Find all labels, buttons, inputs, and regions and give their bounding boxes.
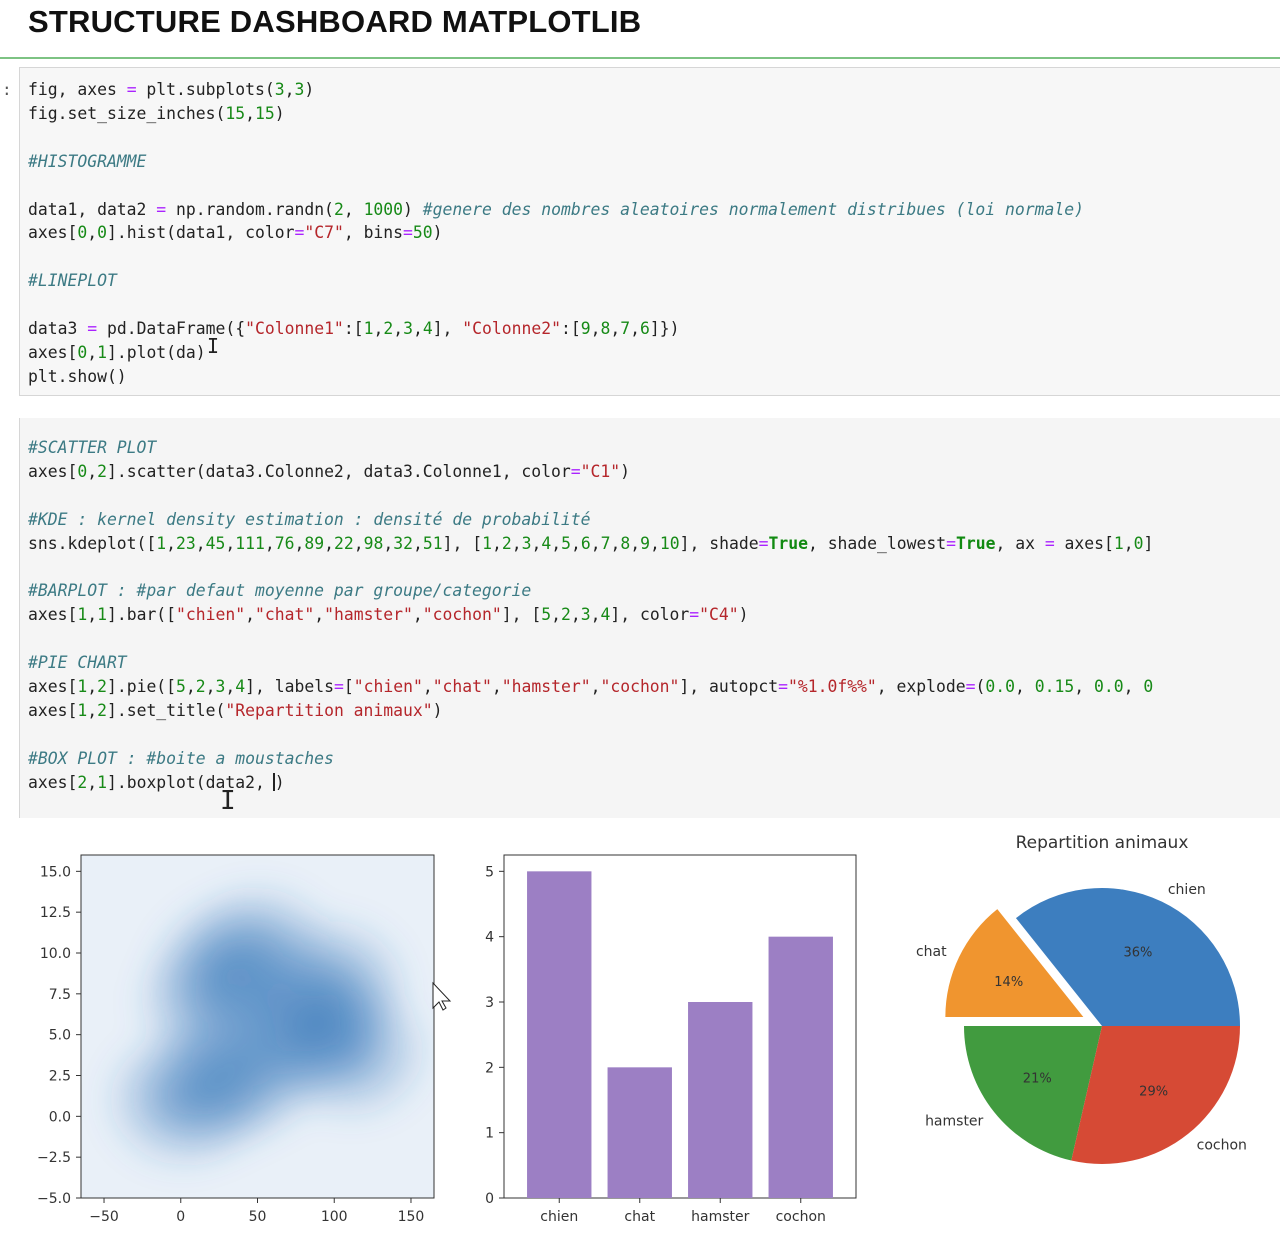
cell-prompt: :	[2, 80, 12, 99]
bar-ytick-label: 4	[485, 930, 494, 946]
bar-hamster	[688, 1002, 753, 1198]
bar-ytick-label: 2	[485, 1060, 494, 1076]
bar-chart: chien chat hamster cochon 0 1 2 3 4 5	[485, 854, 857, 1225]
pie-label: hamster	[925, 1114, 983, 1130]
pie-chart: Repartition animaux 36% chien 14% chat 21% ham…	[916, 833, 1247, 1164]
figure-output: −5.0 −2.5 0.0 2.5 5.0 7.5 10.0 12.5 15.0 −50 0 50 10…	[0, 818, 1280, 1246]
kde-ytick-label: 12.5	[40, 905, 71, 921]
kde-xtick-label: 150	[398, 1209, 425, 1225]
pie-percent-label: 14%	[994, 975, 1023, 990]
kde-ytick-label: −2.5	[37, 1150, 71, 1166]
bar-xtick-label: chien	[540, 1209, 578, 1225]
code-cell-1-source[interactable]: fig, axes = plt.subplots(3,3) fig.set_si…	[28, 78, 1084, 389]
bar-xtick-label: chat	[624, 1209, 655, 1225]
mouse-pointer-icon	[432, 981, 452, 1011]
kde-ytick-label: 0.0	[49, 1109, 71, 1125]
bar-ytick-label: 3	[485, 995, 494, 1011]
pie-percent-label: 36%	[1123, 945, 1152, 960]
kde-ytick-label: 2.5	[49, 1069, 71, 1085]
kde-density-core	[235, 931, 284, 975]
title-divider	[0, 57, 1280, 59]
pie-percent-label: 21%	[1023, 1072, 1052, 1087]
pie-label: chien	[1168, 882, 1206, 898]
kde-ytick-label: 15.0	[40, 864, 71, 880]
bar-chien	[527, 871, 592, 1198]
kde-xtick-label: −50	[89, 1209, 119, 1225]
kde-ytick-label: −5.0	[37, 1191, 71, 1207]
pie-percent-label: 29%	[1139, 1085, 1168, 1100]
kde-ytick-label: 5.0	[49, 1028, 71, 1044]
bar-chat	[607, 1067, 672, 1198]
bar-xtick-label: cochon	[776, 1209, 826, 1225]
kde-xtick-label: 100	[321, 1209, 348, 1225]
bar-ytick-label: 0	[485, 1191, 494, 1207]
pie-label: cochon	[1197, 1138, 1247, 1154]
code-cell-2[interactable]: #SCATTER PLOT axes[0,2].scatter(data3.Co…	[19, 418, 1280, 818]
code-cell-2-source[interactable]: #SCATTER PLOT axes[0,2].scatter(data3.Co…	[28, 436, 1153, 795]
kde-ytick-label: 7.5	[49, 987, 71, 1003]
kde-xtick-label: 0	[176, 1209, 185, 1225]
text-cursor-icon: I	[220, 786, 236, 816]
kde-ytick-label: 10.0	[40, 946, 71, 962]
bar-cochon	[768, 936, 833, 1198]
kde-chart: −5.0 −2.5 0.0 2.5 5.0 7.5 10.0 12.5 15.0 −50 0 50 10…	[37, 854, 435, 1225]
bar-ytick-label: 5	[485, 864, 494, 880]
bar-ytick-label: 1	[485, 1126, 494, 1142]
text-cursor-icon: I	[207, 334, 220, 358]
page-title: STRUCTURE DASHBOARD MATPLOTLIB	[28, 4, 642, 39]
pie-label: chat	[916, 944, 947, 960]
kde-xtick-label: 50	[249, 1209, 267, 1225]
pie-title: Repartition animaux	[1016, 833, 1189, 853]
bar-xtick-label: hamster	[691, 1209, 749, 1225]
